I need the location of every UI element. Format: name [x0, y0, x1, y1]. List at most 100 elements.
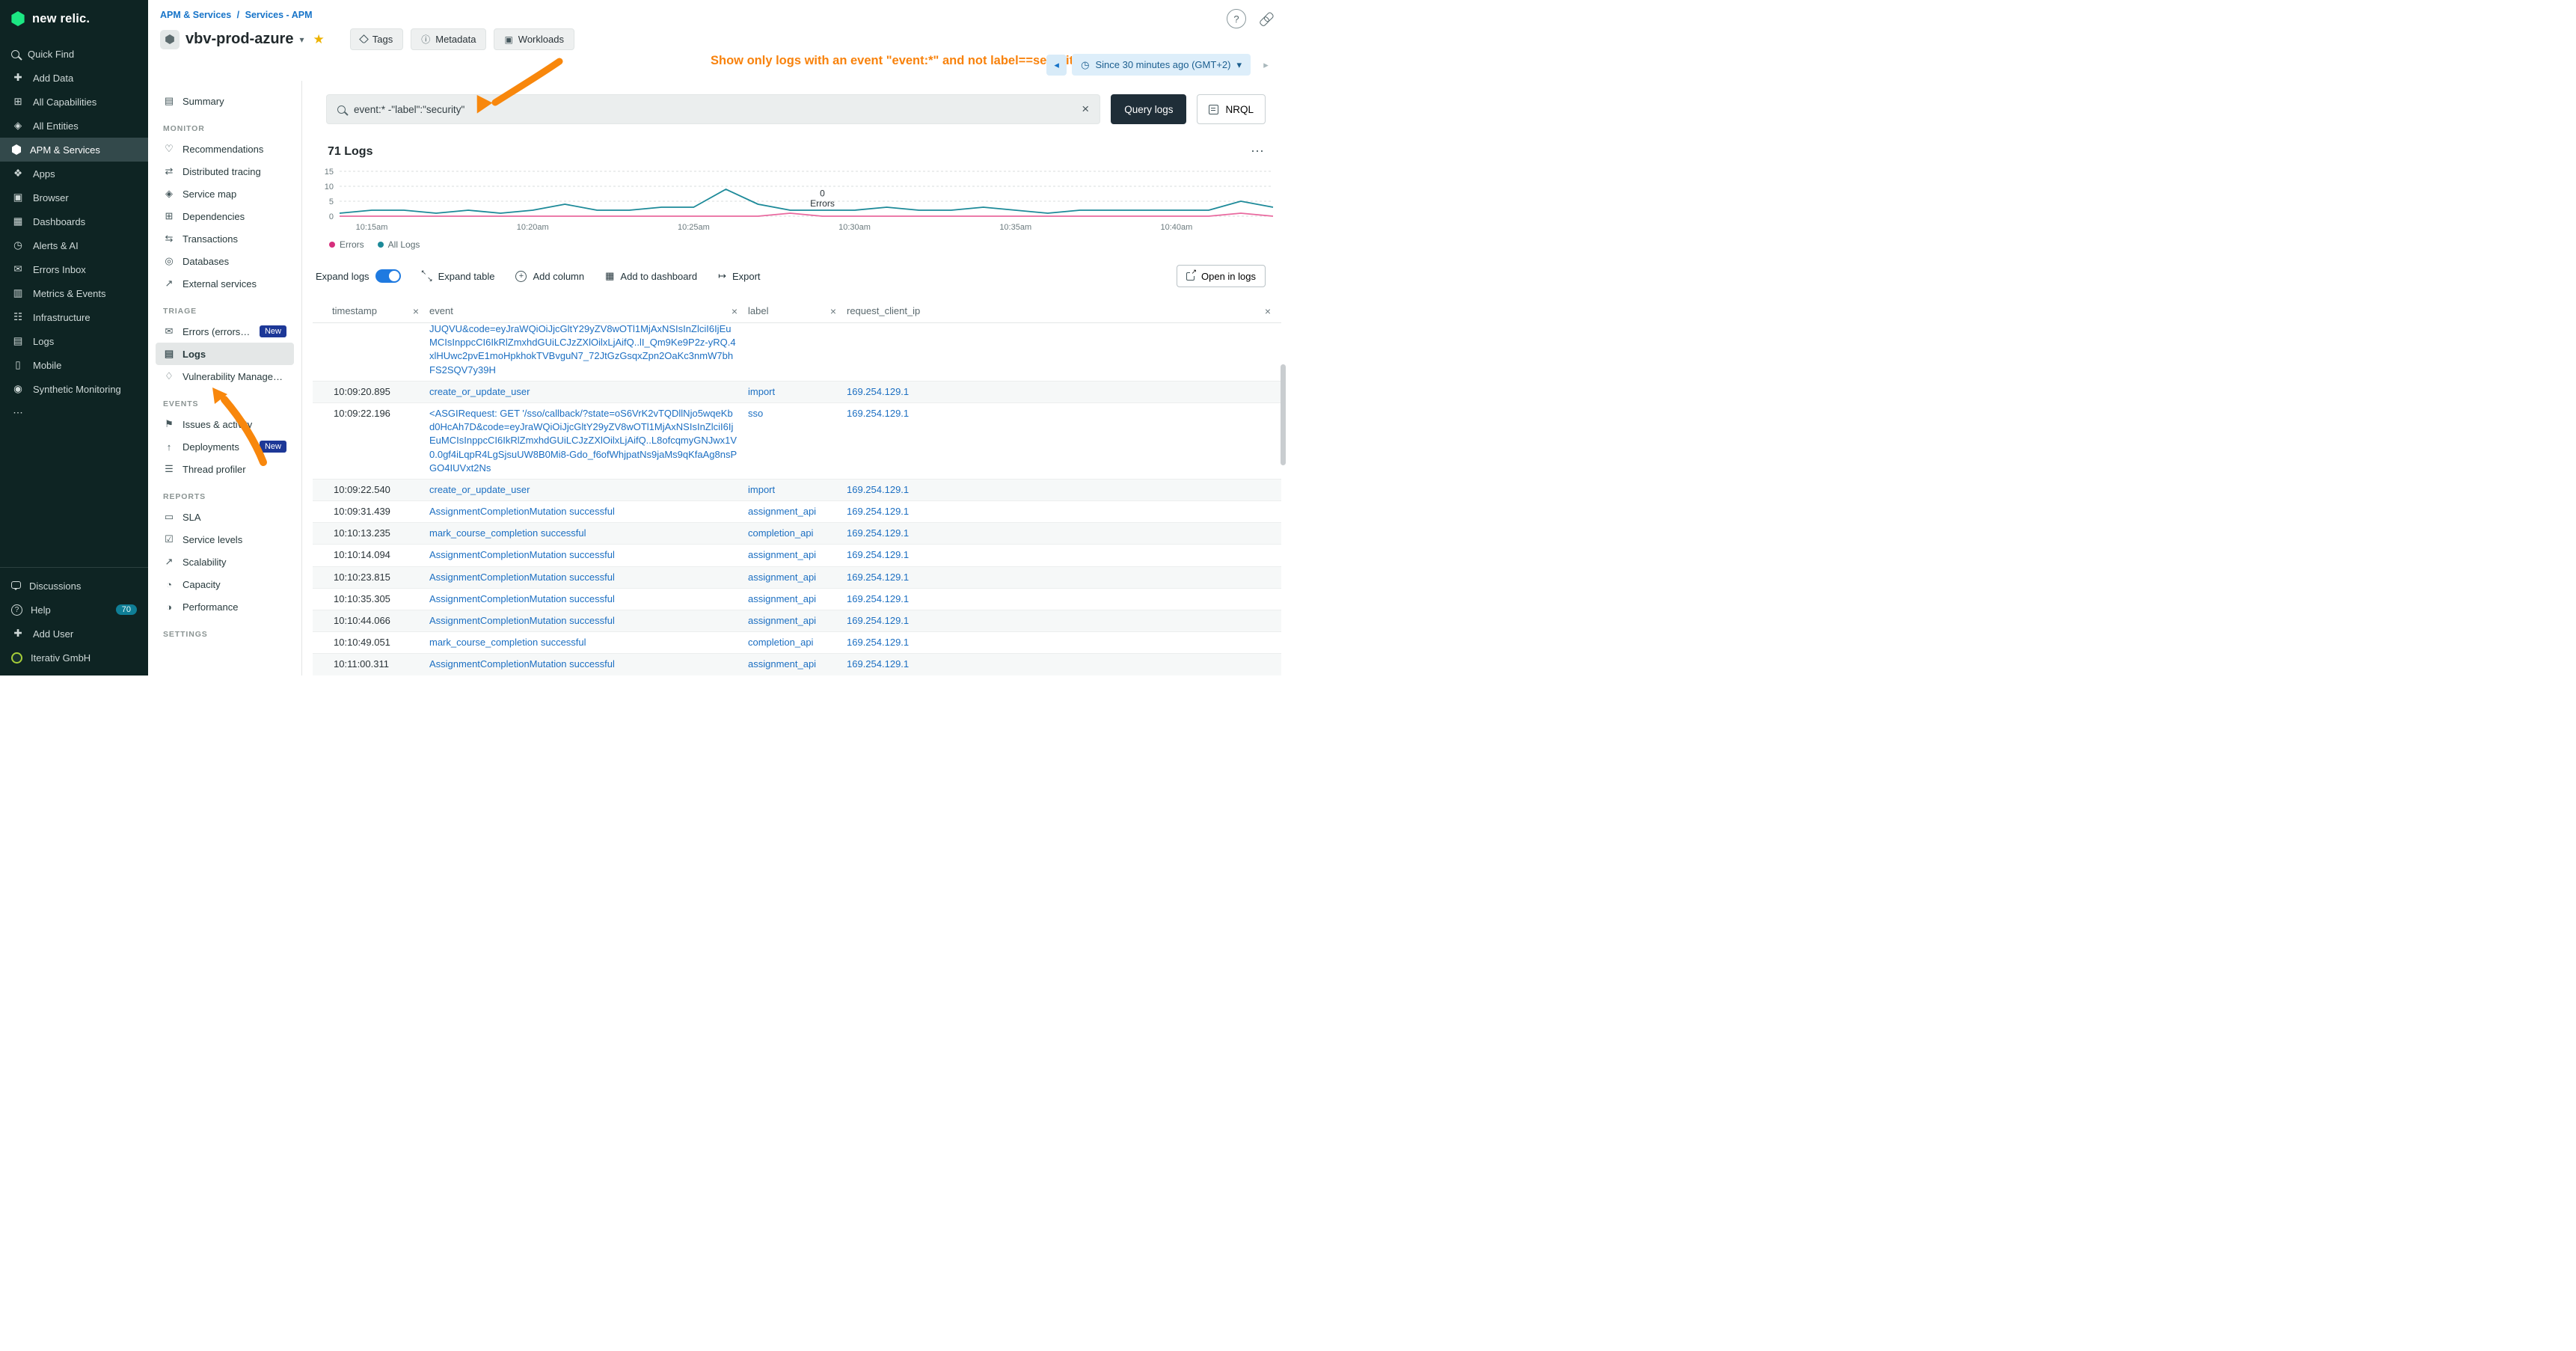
event-link[interactable]: <ASGIRequest: GET '/sso/callback/?state=…	[429, 408, 737, 474]
sidebar-item-logs[interactable]: ▤Logs	[156, 343, 294, 365]
sidebar-item-mobile[interactable]: ▯Mobile	[0, 353, 148, 377]
nrql-button[interactable]: NRQL	[1197, 94, 1266, 124]
label-link[interactable]: import	[748, 484, 775, 495]
ip-link[interactable]: 169.254.129.1	[847, 637, 909, 648]
ip-link[interactable]: 169.254.129.1	[847, 408, 909, 419]
remove-column-label-button[interactable]: ×	[827, 305, 839, 317]
sidebar-item-scalability[interactable]: ↗Scalability	[156, 551, 294, 573]
sidebar-item-synthetic-monitoring[interactable]: ◉Synthetic Monitoring	[0, 377, 148, 401]
table-row[interactable]: 10:10:13.235mark_course_completion succe…	[313, 523, 1281, 545]
sidebar-item-thread-profiler[interactable]: ☰Thread profiler	[156, 458, 294, 480]
table-row[interactable]: 10:10:14.094AssignmentCompletionMutation…	[313, 545, 1281, 566]
sidebar-item-infrastructure[interactable]: ☷Infrastructure	[0, 305, 148, 329]
event-link[interactable]: JUQVU&code=eyJraWQiOiJjcGltY29yZV8wOTl1M…	[429, 323, 736, 376]
open-in-logs-button[interactable]: Open in logs	[1177, 265, 1266, 287]
label-link[interactable]: sso	[748, 408, 763, 419]
sidebar-footer-discussions[interactable]: Discussions	[0, 574, 148, 598]
ip-link[interactable]: 169.254.129.1	[847, 386, 909, 397]
sidebar-footer-help[interactable]: ?Help70	[0, 598, 148, 622]
sidebar-item-transactions[interactable]: ⇆Transactions	[156, 227, 294, 250]
label-link[interactable]: assignment_api	[748, 615, 816, 626]
sidebar-item-all-capabilities[interactable]: ⊞All Capabilities	[0, 90, 148, 114]
export-button[interactable]: ↦ Export	[718, 270, 760, 282]
sidebar-item-all-entities[interactable]: ◈All Entities	[0, 114, 148, 138]
legend-errors[interactable]: Errors	[329, 239, 364, 250]
ip-link[interactable]: 169.254.129.1	[847, 506, 909, 517]
sidebar-item-deployments[interactable]: ↑DeploymentsNew	[156, 435, 294, 458]
event-link[interactable]: AssignmentCompletionMutation successful	[429, 615, 615, 626]
event-link[interactable]: AssignmentCompletionMutation successful	[429, 658, 615, 670]
event-link[interactable]: AssignmentCompletionMutation successful	[429, 506, 615, 517]
sidebar-item-service-levels[interactable]: ☑Service levels	[156, 528, 294, 551]
sidebar-item-issues-activity[interactable]: ⚑Issues & activity	[156, 413, 294, 435]
label-link[interactable]: import	[748, 386, 775, 397]
sidebar-item-alerts-ai[interactable]: ◷Alerts & AI	[0, 233, 148, 257]
time-back-button[interactable]: ◂	[1046, 55, 1067, 76]
event-link[interactable]: AssignmentCompletionMutation successful	[429, 572, 615, 583]
label-link[interactable]: assignment_api	[748, 549, 816, 560]
sidebar-item-sla[interactable]: ▭SLA	[156, 506, 294, 528]
event-link[interactable]: mark_course_completion successful	[429, 527, 586, 539]
breadcrumb-link-apm-services[interactable]: APM & Services	[160, 10, 231, 20]
table-row[interactable]: 10:10:44.066AssignmentCompletionMutation…	[313, 610, 1281, 632]
add-column-button[interactable]: + Add column	[515, 271, 584, 282]
query-input[interactable]: event:* -"label":"security" ×	[326, 94, 1100, 124]
sidebar-item-logs[interactable]: ▤Logs	[0, 329, 148, 353]
expand-logs-toggle[interactable]	[375, 269, 401, 283]
table-row[interactable]: 10:10:35.305AssignmentCompletionMutation…	[313, 589, 1281, 610]
remove-column-timestamp-button[interactable]: ×	[410, 305, 422, 317]
sidebar-item-capacity[interactable]: ◔Capacity	[156, 573, 294, 595]
help-circle-icon[interactable]: ?	[1227, 9, 1246, 28]
logs-options-button[interactable]: ⋯	[1251, 144, 1266, 159]
remove-column-request_client_ip-button[interactable]: ×	[1262, 305, 1274, 317]
label-link[interactable]: completion_api	[748, 637, 813, 648]
event-link[interactable]: create_or_update_user	[429, 484, 530, 495]
sidebar-item-errors-errors-inb[interactable]: ✉Errors (errors inb...New	[156, 320, 294, 343]
sidebar-item-add-data[interactable]: ✚Add Data	[0, 66, 148, 90]
table-row[interactable]: 10:09:22.196<ASGIRequest: GET '/sso/call…	[313, 403, 1281, 480]
table-row[interactable]: JUQVU&code=eyJraWQiOiJjcGltY29yZV8wOTl1M…	[313, 323, 1281, 382]
label-link[interactable]: assignment_api	[748, 506, 816, 517]
sidebar-item-apm-services[interactable]: APM & Services	[0, 138, 148, 162]
time-forward-button[interactable]: ▸	[1256, 55, 1276, 76]
sidebar-item-errors-inbox[interactable]: ✉Errors Inbox	[0, 257, 148, 281]
sidebar-item-more[interactable]: ⋯	[0, 401, 148, 425]
event-link[interactable]: AssignmentCompletionMutation successful	[429, 593, 615, 604]
table-row[interactable]: 10:09:22.540create_or_update_userimport1…	[313, 480, 1281, 501]
entity-pill-tags[interactable]: Tags	[350, 28, 403, 50]
table-row[interactable]: 10:10:23.815AssignmentCompletionMutation…	[313, 567, 1281, 589]
sidebar-footer-iterativ-gmbh[interactable]: Iterativ GmbH	[0, 646, 148, 670]
ip-link[interactable]: 169.254.129.1	[847, 527, 909, 539]
add-to-dashboard-button[interactable]: ▦ Add to dashboard	[605, 270, 697, 282]
remove-column-event-button[interactable]: ×	[729, 305, 740, 317]
label-link[interactable]: completion_api	[748, 527, 813, 539]
expand-table-button[interactable]: Expand table	[422, 271, 495, 282]
clear-query-button[interactable]: ×	[1082, 102, 1089, 117]
permalink-icon[interactable]	[1256, 9, 1276, 29]
favorite-star-icon[interactable]: ★	[313, 32, 325, 47]
sidebar-item-service-map[interactable]: ◈Service map	[156, 183, 294, 205]
label-link[interactable]: assignment_api	[748, 658, 816, 670]
time-range-button[interactable]: ◷ Since 30 minutes ago (GMT+2) ▾	[1072, 54, 1251, 76]
sidebar-item-browser[interactable]: ▣Browser	[0, 186, 148, 209]
sidebar-item-databases[interactable]: ◎Databases	[156, 250, 294, 272]
table-row[interactable]: 10:09:31.439AssignmentCompletionMutation…	[313, 501, 1281, 523]
sidebar-item-apps[interactable]: ❖Apps	[0, 162, 148, 186]
label-link[interactable]: assignment_api	[748, 593, 816, 604]
ip-link[interactable]: 169.254.129.1	[847, 593, 909, 604]
ip-link[interactable]: 169.254.129.1	[847, 615, 909, 626]
event-link[interactable]: AssignmentCompletionMutation successful	[429, 549, 615, 560]
breadcrumb-link-services-apm[interactable]: Services - APM	[245, 10, 313, 20]
table-scrollbar[interactable]	[1281, 364, 1286, 465]
event-link[interactable]: mark_course_completion successful	[429, 637, 586, 648]
label-link[interactable]: assignment_api	[748, 572, 816, 583]
sidebar-item-external-services[interactable]: ↗External services	[156, 272, 294, 295]
sidebar-item-performance[interactable]: ◑Performance	[156, 595, 294, 618]
sidebar-item-dashboards[interactable]: ▦Dashboards	[0, 209, 148, 233]
ip-link[interactable]: 169.254.129.1	[847, 572, 909, 583]
sidebar-item-quick-find[interactable]: Quick Find	[0, 42, 148, 66]
event-link[interactable]: create_or_update_user	[429, 386, 530, 397]
sidebar-item-summary[interactable]: ▤Summary	[156, 90, 294, 112]
ip-link[interactable]: 169.254.129.1	[847, 658, 909, 670]
ip-link[interactable]: 169.254.129.1	[847, 549, 909, 560]
